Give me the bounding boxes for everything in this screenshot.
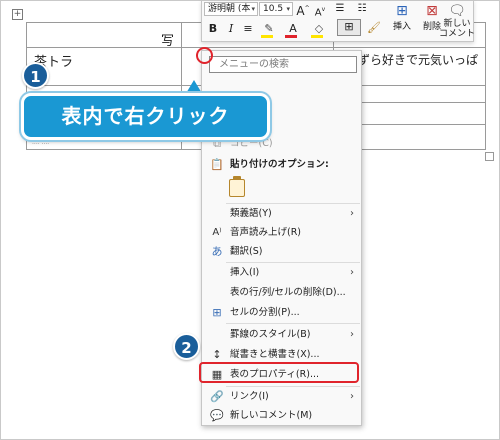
right-click-marker (196, 47, 213, 64)
shrink-font-icon: A (314, 7, 322, 19)
step-2-badge: 2 (173, 333, 200, 360)
table-cell-description[interactable]: いずら好きで元気いっぱ (346, 51, 478, 68)
menu-separator (226, 323, 360, 324)
menu-item-label: 表の行/列/セルの削除(D)... (230, 287, 346, 298)
bullet-list-icon: ☰ (335, 3, 345, 14)
font-size-value: 10.5 (263, 4, 284, 14)
font-color-button[interactable]: A (284, 22, 302, 38)
paste-keep-formatting-icon[interactable] (229, 176, 245, 197)
chevron-down-icon: ▾ (286, 5, 290, 13)
numbered-list-icon: ☷ (357, 3, 367, 14)
step-1-callout: 表内で右クリック (21, 93, 270, 140)
table-row-divider (27, 47, 485, 48)
menu-item-translate[interactable]: あ 翻訳(S) (202, 242, 361, 261)
menu-search-input[interactable]: メニューの検索 (209, 56, 357, 73)
table-properties-highlight (199, 362, 359, 383)
grow-font-button[interactable]: A^ (296, 2, 310, 18)
numbering-button[interactable]: ☷ (352, 2, 372, 16)
menu-item-label: 貼り付けのオプション: (230, 159, 329, 170)
highlighter-icon: ✎ (264, 22, 274, 35)
font-size-select[interactable]: 10.5 ▾ (259, 2, 293, 16)
menu-item-new-comment[interactable]: 💬 新しいコメント(M) (202, 406, 361, 425)
menu-item-label: 翻訳(S) (230, 246, 263, 257)
menu-item-read-aloud[interactable]: A⁾ 音声読み上げ(R) (202, 223, 361, 242)
chevron-right-icon: › (350, 391, 354, 402)
font-color-icon: A (289, 22, 297, 35)
menu-item-label: 音声読み上げ(R) (230, 227, 302, 238)
paint-bucket-icon: ◇ (314, 22, 324, 35)
link-icon: 🔗 (210, 390, 224, 403)
chevron-right-icon: › (350, 208, 354, 219)
bold-button[interactable]: B (207, 22, 219, 36)
table-cell-small-text: .... .... (32, 139, 50, 146)
menu-item-split-cells[interactable]: ⊞ セルの分割(P)... (202, 303, 361, 322)
step-1-badge: 1 (22, 62, 49, 89)
grow-font-icon: A (296, 4, 305, 18)
menu-item-label: リンク(I) (230, 391, 269, 402)
font-name-select[interactable]: 游明朝 (本 ▾ (204, 2, 258, 16)
comment-icon: 🗨 (448, 3, 466, 19)
table-resize-handle[interactable] (485, 152, 494, 161)
menu-item-label: 類義語(Y) (230, 208, 272, 219)
table-move-handle[interactable]: + (12, 9, 23, 20)
bullets-button[interactable]: ☰ (330, 2, 350, 16)
borders-button[interactable]: ⊞ (337, 19, 361, 36)
translate-icon: あ (211, 245, 223, 258)
menu-item-delete-cells[interactable]: 表の行/列/セルの削除(D)... (202, 283, 361, 302)
align-button[interactable]: ≡ (242, 22, 254, 36)
italic-button[interactable]: I (225, 22, 237, 36)
shrink-font-button[interactable]: Av (313, 3, 327, 20)
new-comment-button[interactable]: 🗨 新しい コメント (438, 1, 476, 41)
clipboard-icon: 📋 (210, 158, 224, 171)
menu-item-thesaurus[interactable]: 類義語(Y) › (202, 204, 361, 223)
shading-button[interactable]: ◇ (310, 22, 328, 38)
table-header-cell: 写 (161, 34, 175, 49)
chevron-right-icon: › (350, 267, 354, 278)
menu-item-paste-options: 📋 貼り付けのオプション: (202, 155, 361, 174)
split-cells-icon: ⊞ (212, 306, 222, 319)
chevron-down-icon: ▾ (251, 5, 255, 13)
format-painter-button[interactable]: 🖌 (367, 21, 381, 35)
menu-item-label: 罫線のスタイル(B) (230, 329, 311, 340)
comment-icon: 💬 (210, 409, 224, 422)
new-comment-label: 新しい コメント (438, 19, 475, 39)
font-name-value: 游明朝 (本 (208, 4, 251, 14)
chevron-right-icon: › (350, 329, 354, 340)
menu-item-label: セルの分割(P)... (230, 307, 300, 318)
borders-icon: ⊞ (344, 20, 354, 33)
menu-item-label: 新しいコメント(M) (230, 410, 313, 421)
mini-toolbar: 游明朝 (本 ▾ 10.5 ▾ A^ Av ☰ ☷ B I ≡ ✎ A ◇ ⊞ … (201, 0, 476, 42)
brush-icon: 🖌 (367, 21, 381, 34)
menu-item-border-styles[interactable]: 罫線のスタイル(B) › (202, 325, 361, 344)
menu-item-insert[interactable]: 挿入(I) › (202, 263, 361, 282)
menu-item-link[interactable]: 🔗 リンク(I) › (202, 387, 361, 406)
highlight-button[interactable]: ✎ (260, 22, 278, 38)
read-aloud-icon: A⁾ (212, 227, 222, 238)
menu-item-label: 挿入(I) (230, 267, 260, 278)
